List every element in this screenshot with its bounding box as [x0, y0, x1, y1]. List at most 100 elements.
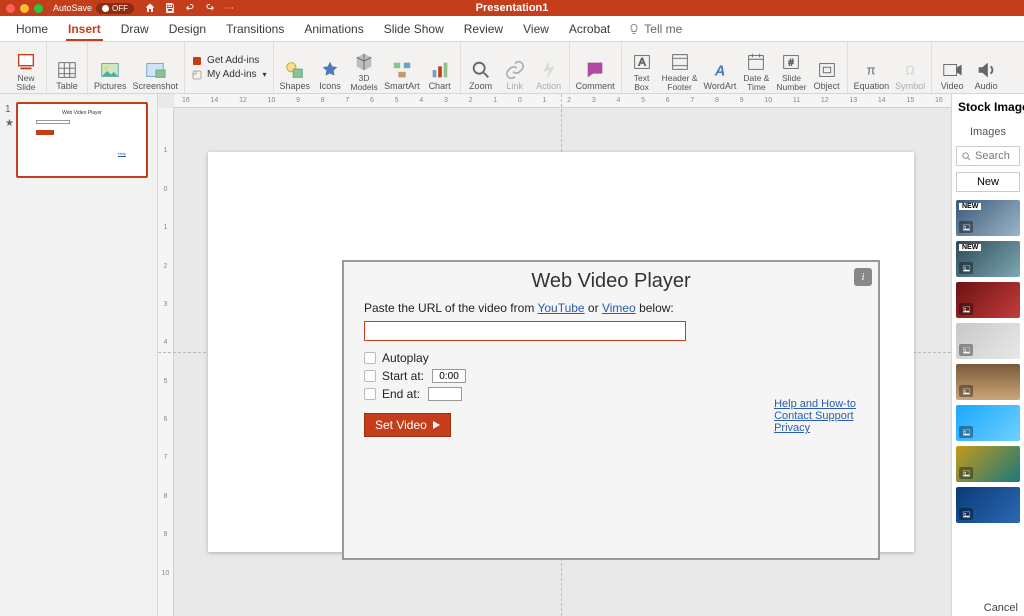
undo-icon[interactable]: [184, 2, 196, 14]
ruler-vertical: 1012345678910: [158, 108, 174, 616]
tab-transitions[interactable]: Transitions: [224, 18, 286, 40]
tab-review[interactable]: Review: [462, 18, 505, 40]
home-icon[interactable]: [144, 2, 156, 14]
smartart-button[interactable]: SmartArt: [384, 59, 420, 91]
help-link[interactable]: Help and How-to: [774, 398, 856, 410]
shapes-button[interactable]: Shapes: [280, 59, 311, 91]
tab-animations[interactable]: Animations: [302, 18, 365, 40]
comment-button[interactable]: Comment: [576, 59, 615, 91]
play-icon: [433, 421, 440, 429]
svg-text:A: A: [714, 64, 726, 80]
equation-button[interactable]: πEquation: [854, 59, 890, 91]
stock-new-button[interactable]: New: [956, 172, 1020, 192]
tab-insert[interactable]: Insert: [66, 18, 103, 40]
ribbon-insert: New Slide Table Pictures Screenshot Get …: [0, 42, 1024, 94]
screenshot-button[interactable]: Screenshot: [133, 59, 179, 91]
close-window-icon[interactable]: [6, 4, 15, 13]
stock-image-tile[interactable]: [956, 282, 1020, 318]
addin-title: Web Video Player: [344, 270, 878, 293]
mac-titlebar: AutoSave OFF ⋯ Presentation1: [0, 0, 1024, 16]
slide-thumbnail-pane[interactable]: 1 ★ Web Video Player Help: [0, 94, 158, 616]
wordart-button[interactable]: AWordArt: [704, 59, 737, 91]
autosave-label: AutoSave: [53, 3, 92, 13]
stock-image-tile[interactable]: NEW: [956, 241, 1020, 277]
symbol-button: ΩSymbol: [895, 59, 925, 91]
svg-text:Ω: Ω: [905, 63, 915, 78]
panel-category-images[interactable]: Images: [952, 126, 1024, 138]
stock-image-tile[interactable]: [956, 364, 1020, 400]
3d-models-button[interactable]: 3D Models: [350, 51, 378, 91]
date-time-button[interactable]: Date & Time: [742, 51, 770, 91]
stock-image-tile[interactable]: [956, 487, 1020, 523]
web-video-player-addin: i Web Video Player Paste the URL of the …: [342, 260, 880, 560]
textbox-button[interactable]: AText Box: [628, 51, 656, 91]
image-type-icon: [959, 221, 973, 233]
slide-canvas-area: 1614121098765432101234567891011121314151…: [158, 94, 951, 616]
end-at-input[interactable]: [428, 387, 462, 401]
svg-text:A: A: [638, 57, 646, 69]
my-addins-button[interactable]: My Add-ins▾: [191, 69, 266, 81]
stock-image-tile[interactable]: NEW: [956, 200, 1020, 236]
panel-title: Stock Images: [952, 94, 1024, 118]
chart-button[interactable]: Chart: [426, 59, 454, 91]
save-icon[interactable]: [164, 2, 176, 14]
stock-cancel-button[interactable]: Cancel: [984, 602, 1018, 614]
youtube-link[interactable]: YouTube: [537, 301, 584, 315]
stock-image-tile[interactable]: [956, 323, 1020, 359]
stock-image-tile[interactable]: [956, 405, 1020, 441]
end-at-checkbox[interactable]: [364, 388, 376, 400]
image-type-icon: [959, 303, 973, 315]
start-at-checkbox[interactable]: [364, 370, 376, 382]
slide-animation-indicator-icon: ★: [5, 118, 14, 129]
autoplay-label: Autoplay: [382, 351, 429, 365]
tab-view[interactable]: View: [521, 18, 551, 40]
header-footer-button[interactable]: Header & Footer: [662, 51, 698, 91]
slide-thumbnail-1[interactable]: Web Video Player Help: [16, 102, 148, 178]
ruler-horizontal: 1614121098765432101234567891011121314151…: [174, 94, 951, 108]
autosave-toggle[interactable]: OFF: [96, 3, 134, 14]
image-type-icon: [959, 426, 973, 438]
link-button: Link: [501, 59, 529, 91]
get-addins-button[interactable]: Get Add-ins: [191, 55, 266, 67]
privacy-link[interactable]: Privacy: [774, 422, 856, 434]
addin-info-icon[interactable]: i: [854, 268, 872, 286]
tab-draw[interactable]: Draw: [119, 18, 151, 40]
action-button: Action: [535, 59, 563, 91]
tab-design[interactable]: Design: [167, 18, 208, 40]
image-type-icon: [959, 508, 973, 520]
object-button[interactable]: Object: [813, 59, 841, 91]
stock-images-panel: Stock Images Images Search New NEW NEW Ca…: [951, 94, 1024, 616]
minimize-window-icon[interactable]: [20, 4, 29, 13]
slide-number-button[interactable]: #Slide Number: [776, 51, 806, 91]
stock-image-tile[interactable]: [956, 446, 1020, 482]
image-type-icon: [959, 467, 973, 479]
tab-acrobat[interactable]: Acrobat: [567, 18, 612, 40]
audio-button[interactable]: Audio: [972, 59, 1000, 91]
zoom-button[interactable]: Zoom: [467, 59, 495, 91]
slide-number-label: 1: [5, 104, 11, 115]
video-button[interactable]: Video: [938, 59, 966, 91]
slide-canvas[interactable]: i Web Video Player Paste the URL of the …: [208, 152, 914, 552]
svg-text:π: π: [867, 63, 876, 78]
image-type-icon: [959, 344, 973, 356]
image-type-icon: [959, 262, 973, 274]
more-icon[interactable]: ⋯: [224, 3, 234, 14]
icons-button[interactable]: Icons: [316, 59, 344, 91]
contact-support-link[interactable]: Contact Support: [774, 410, 856, 422]
set-video-button[interactable]: Set Video: [364, 413, 451, 437]
video-url-input[interactable]: [364, 321, 686, 341]
start-at-input[interactable]: [432, 369, 466, 383]
tab-slideshow[interactable]: Slide Show: [382, 18, 446, 40]
autoplay-checkbox[interactable]: [364, 352, 376, 364]
fullscreen-window-icon[interactable]: [34, 4, 43, 13]
vimeo-link[interactable]: Vimeo: [602, 301, 636, 315]
pictures-button[interactable]: Pictures: [94, 59, 127, 91]
tell-me-search[interactable]: Tell me: [628, 22, 682, 36]
table-button[interactable]: Table: [53, 59, 81, 91]
new-slide-button[interactable]: New Slide: [12, 51, 40, 91]
end-at-label: End at:: [382, 387, 420, 401]
tab-home[interactable]: Home: [14, 18, 50, 40]
redo-icon[interactable]: [204, 2, 216, 14]
svg-text:#: #: [789, 58, 795, 68]
stock-search-input[interactable]: Search: [956, 146, 1020, 166]
